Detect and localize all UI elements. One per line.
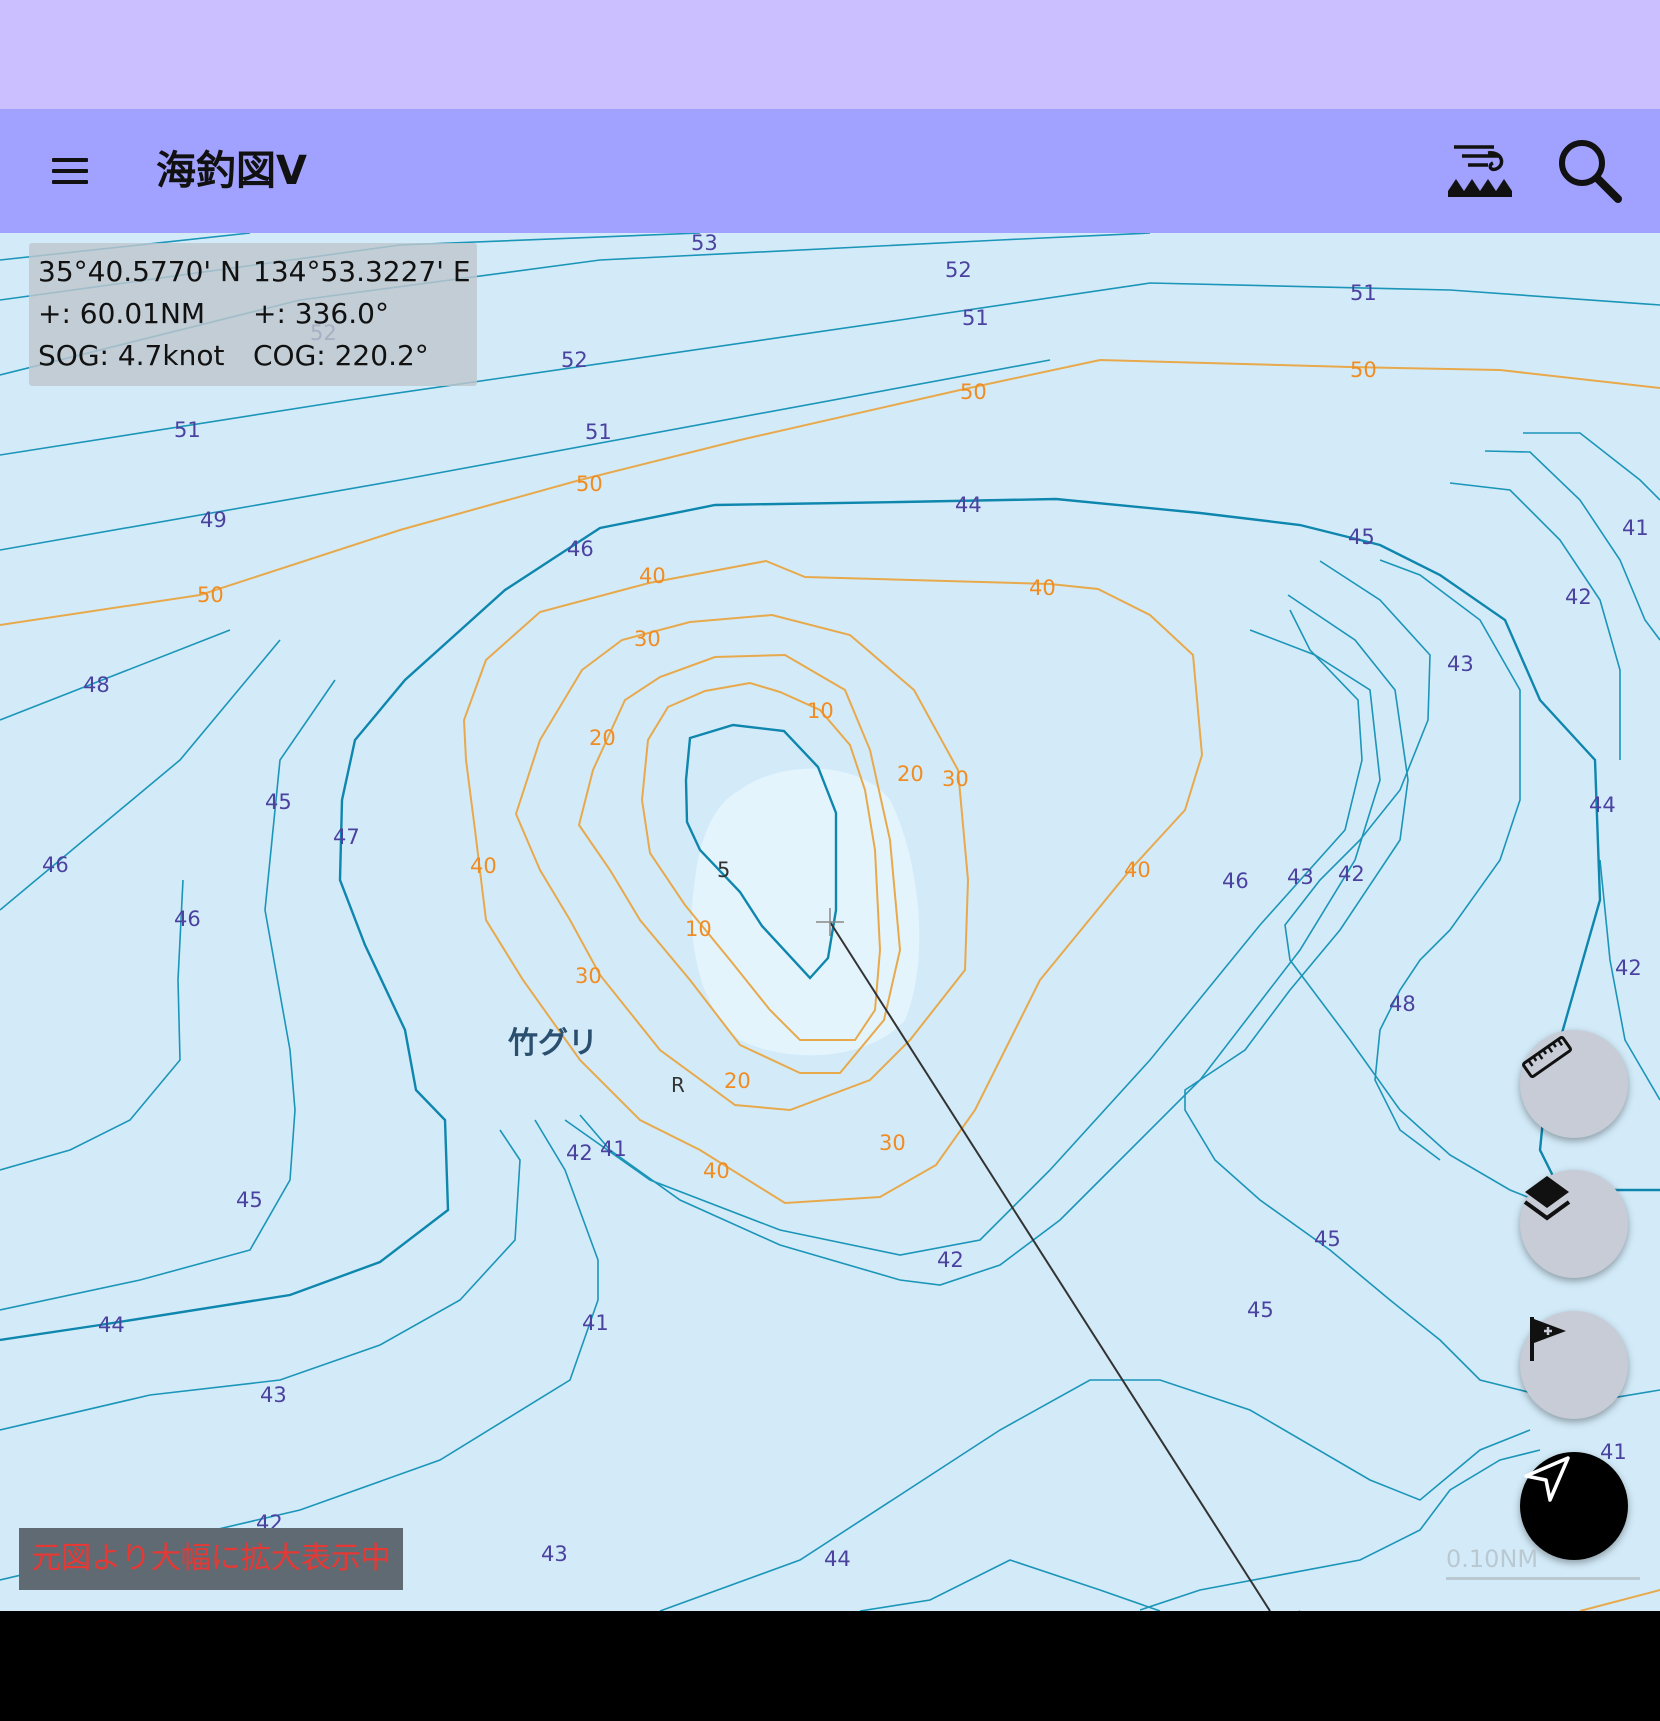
chart-map[interactable]: 53 52 51 52 51 52 51 51 49 48 46 45 47 4…: [0, 233, 1660, 1611]
depth-label: 20: [897, 762, 924, 786]
contour-layer: 53 52 51 52 51 52 51 51 49 48 46 45 47 4…: [0, 233, 1660, 1611]
add-flag-icon: [1530, 1317, 1566, 1361]
depth-label: 52: [945, 258, 972, 282]
add-flag-button[interactable]: [1520, 1311, 1628, 1419]
depth-label: 42: [937, 1248, 964, 1272]
depth-label: 30: [575, 964, 602, 988]
heading-line: [829, 921, 1271, 1611]
place-name: 竹グリ: [508, 1026, 598, 1061]
position-info-panel: 35°40.5770' N 134°53.3227' E +: 60.01NM …: [29, 243, 477, 386]
depth-label: 51: [585, 420, 612, 444]
depth-label: 51: [1350, 281, 1377, 305]
menu-line: [52, 180, 88, 184]
depth-label: 46: [1222, 869, 1249, 893]
search-button[interactable]: [1554, 135, 1624, 205]
depth-label: 44: [955, 493, 982, 517]
depth-label: 42: [1615, 956, 1642, 980]
depth-label: 47: [333, 825, 360, 849]
marker-R: R: [671, 1073, 685, 1097]
ruler-button[interactable]: [1520, 1030, 1628, 1138]
layers-icon: [1523, 1176, 1571, 1221]
depth-label: 30: [879, 1131, 906, 1155]
depth-label: 51: [174, 418, 201, 442]
depth-label: 42: [566, 1141, 593, 1165]
zoom-notice: 元図より大幅に拡大表示中: [19, 1528, 403, 1590]
layers-button[interactable]: [1520, 1170, 1628, 1278]
depth-labels-orange: 50 50 50 50 40 40 30 20 10 5 40 10 30 20…: [197, 358, 1377, 1183]
depth-label: 30: [942, 767, 969, 791]
depth-label: 52: [561, 348, 588, 372]
app-title: 海釣図V: [156, 148, 307, 194]
status-bar: [0, 0, 1660, 109]
menu-line: [52, 158, 88, 162]
depth-label: 49: [200, 508, 227, 532]
longitude: 134°53.3227' E: [253, 255, 471, 288]
search-icon: [1559, 140, 1622, 203]
depth-label: 46: [567, 537, 594, 561]
depth-label: 44: [1589, 793, 1616, 817]
depth-label: 40: [639, 564, 666, 588]
navigation-arrow-icon: [1524, 1456, 1570, 1502]
depth-label: 44: [98, 1313, 125, 1337]
depth-label: 50: [197, 583, 224, 607]
tide-wave-icon: [1448, 145, 1512, 197]
depth-label: 43: [1287, 865, 1314, 889]
depth-label: 40: [1124, 858, 1151, 882]
depth-label: 45: [236, 1188, 263, 1212]
depth-label: 46: [174, 907, 201, 931]
depth-label: 50: [576, 472, 603, 496]
depth-label: 45: [1247, 1298, 1274, 1322]
depth-label: 10: [807, 699, 834, 723]
tide-button[interactable]: [1444, 139, 1516, 203]
menu-line: [52, 169, 88, 173]
sog: SOG: 4.7knot: [38, 339, 225, 372]
depth-label: 50: [960, 380, 987, 404]
depth-label: 42: [1565, 585, 1592, 609]
latitude: 35°40.5770' N: [38, 255, 241, 288]
cog: COG: 220.2°: [253, 339, 429, 372]
app-bar: 海釣図V: [0, 109, 1660, 233]
depth-label: 46: [42, 853, 69, 877]
depth-label: 42: [1338, 862, 1365, 886]
depth-label: 51: [962, 306, 989, 330]
menu-button[interactable]: [36, 143, 106, 199]
depth-label: 40: [470, 854, 497, 878]
depth-label: 40: [703, 1159, 730, 1183]
depth-label: 45: [265, 790, 292, 814]
depth-label: 30: [634, 627, 661, 651]
depth-label: 53: [691, 233, 718, 255]
depth-label: 41: [582, 1311, 609, 1335]
depth-label: 41: [600, 1137, 627, 1161]
depth-label: 41: [1622, 516, 1649, 540]
depth-label: 10: [685, 917, 712, 941]
depth-label: 48: [1389, 992, 1416, 1016]
system-nav-bar: [0, 1611, 1660, 1721]
depth-label: 43: [1447, 652, 1474, 676]
depth-label: 20: [724, 1069, 751, 1093]
depth-label: 40: [1029, 576, 1056, 600]
depth-label: 50: [1350, 358, 1377, 382]
depth-label: 48: [83, 673, 110, 697]
scale-bar: 0.10NM: [1446, 1543, 1640, 1580]
depth-label: 5: [717, 858, 730, 882]
distance: +: 60.01NM: [38, 297, 206, 330]
ruler-icon: [1522, 1035, 1572, 1079]
depth-label: 43: [541, 1542, 568, 1566]
bearing: +: 336.0°: [253, 297, 389, 330]
depth-label: 43: [260, 1383, 287, 1407]
depth-label: 45: [1348, 525, 1375, 549]
depth-label: 20: [589, 726, 616, 750]
depth-label: 45: [1314, 1227, 1341, 1251]
depth-label: 44: [824, 1547, 851, 1571]
